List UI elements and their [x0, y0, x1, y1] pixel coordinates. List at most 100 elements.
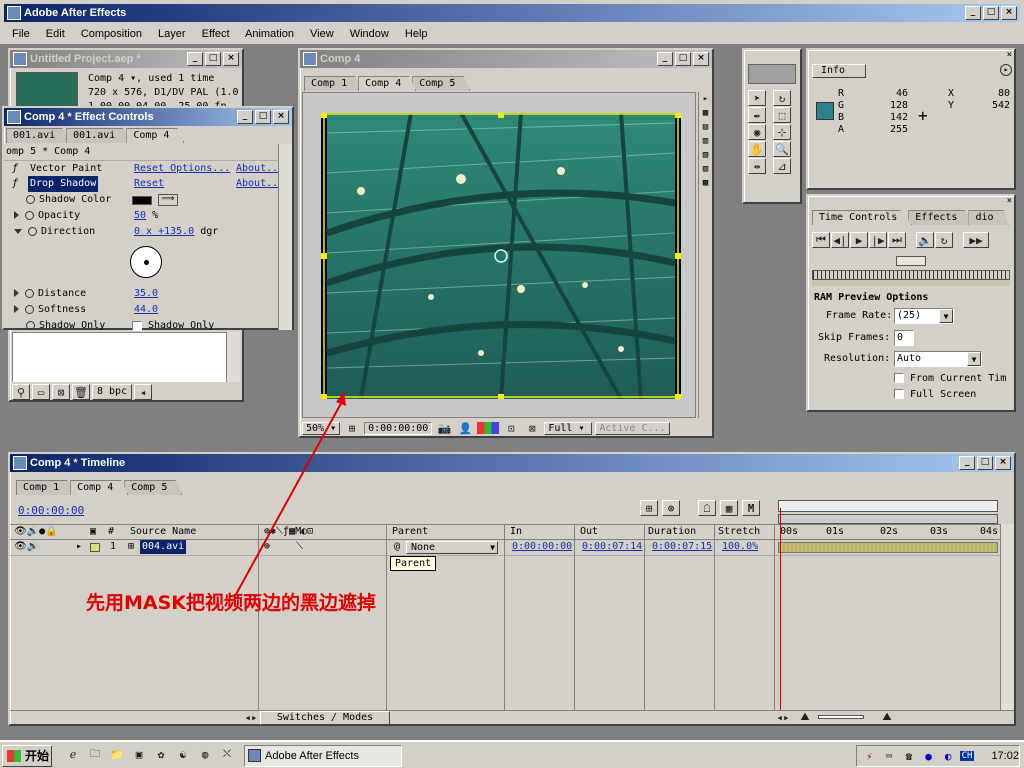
work-area-bar[interactable]: [778, 514, 998, 524]
rect-mask-tool-icon[interactable]: ⬚: [773, 107, 791, 123]
from-current-time-option[interactable]: From Current Tim: [894, 373, 1006, 384]
tray-icon[interactable]: ⚡: [861, 748, 878, 764]
collapse-icon[interactable]: [14, 228, 22, 234]
expand-icon[interactable]: [14, 211, 19, 219]
tab-comp4[interactable]: Comp 4: [358, 76, 417, 91]
zoom-out-icon[interactable]: ◂▸: [774, 711, 792, 724]
expand-icon[interactable]: [14, 289, 19, 297]
stopwatch-icon[interactable]: [25, 304, 34, 314]
from-current-checkbox[interactable]: [894, 373, 904, 383]
menu-window[interactable]: Window: [350, 28, 389, 40]
snapshot-icon[interactable]: 📷: [435, 420, 453, 436]
switches-modes-toggle[interactable]: Switches / Modes: [260, 711, 390, 725]
tc-close-icon[interactable]: ×: [1007, 196, 1012, 206]
taskbar-task-ae[interactable]: Adobe After Effects: [244, 745, 402, 767]
audio-icon[interactable]: 🔈: [916, 232, 934, 248]
horizontal-text-icon[interactable]: ⇹: [748, 158, 766, 174]
comp-viewer[interactable]: [302, 92, 696, 418]
motion-blur-icon[interactable]: M: [742, 500, 760, 516]
out-value[interactable]: 0:00:07:14: [582, 540, 642, 554]
close-button[interactable]: ×: [1001, 6, 1017, 20]
tab-audio[interactable]: dio: [968, 210, 1009, 225]
full-screen-checkbox[interactable]: [894, 389, 904, 399]
ec-scrollbar[interactable]: [278, 144, 292, 330]
app-icon[interactable]: ◍: [196, 746, 214, 762]
effect-drop-shadow[interactable]: ƒ Drop Shadow Reset About...: [4, 176, 292, 192]
expand-icon[interactable]: [14, 305, 19, 313]
jog-control[interactable]: [896, 256, 926, 266]
tab-comp4[interactable]: Comp 4: [70, 480, 129, 495]
in-value[interactable]: 0:00:00:00: [512, 540, 572, 554]
tl-min-button[interactable]: _: [959, 456, 975, 470]
label-color[interactable]: [90, 543, 100, 552]
zoom-mountain-large-icon[interactable]: ⛰: [878, 710, 896, 723]
ec-min-button[interactable]: _: [237, 110, 253, 124]
zoom-tool-icon[interactable]: 🔍: [773, 141, 791, 157]
shadow-only-checkbox[interactable]: [132, 321, 142, 331]
hand-tool-icon[interactable]: ✋: [748, 141, 766, 157]
menu-composition[interactable]: Composition: [81, 28, 142, 40]
current-time-indicator[interactable]: [780, 508, 781, 710]
shuttle-slider[interactable]: [812, 270, 1010, 280]
visibility-icon[interactable]: 👁🔊: [14, 540, 39, 554]
color-swatch[interactable]: [132, 196, 152, 205]
stopwatch-icon[interactable]: [26, 194, 35, 204]
frame-blend-icon[interactable]: ▦: [720, 500, 738, 516]
bpc-button[interactable]: 8 bpc: [92, 384, 133, 400]
app-icon[interactable]: ☯: [174, 746, 192, 762]
start-button[interactable]: 开始: [2, 745, 52, 767]
tab-time-controls[interactable]: Time Controls: [812, 210, 913, 225]
tab-001-avi-a[interactable]: 001.avi: [6, 128, 71, 143]
transparency-grid-icon[interactable]: ⊠: [523, 420, 541, 436]
effect-vector-paint[interactable]: ƒ Vector Paint Reset Options... About...: [4, 160, 292, 176]
reset-link[interactable]: Reset: [134, 176, 164, 192]
project-scrollbar[interactable]: [226, 332, 240, 382]
pan-behind-icon[interactable]: ⊹: [773, 124, 791, 140]
resolution-select[interactable]: Full ▾: [544, 421, 593, 435]
orbit-camera-icon[interactable]: ◉: [748, 124, 766, 140]
camera-select[interactable]: Active C...: [595, 421, 670, 435]
timeline-timecode[interactable]: 0:00:00:00: [18, 504, 84, 517]
play-icon[interactable]: ▶: [850, 232, 868, 248]
shy-layers-icon[interactable]: ☖: [698, 500, 716, 516]
menu-animation[interactable]: Animation: [245, 28, 294, 40]
show-snapshot-icon[interactable]: 👤: [456, 420, 474, 436]
stopwatch-icon[interactable]: [25, 288, 34, 298]
trash-icon[interactable]: 🗑: [72, 384, 90, 400]
live-update-icon[interactable]: ⊛: [662, 500, 680, 516]
stopwatch-icon[interactable]: [26, 320, 35, 330]
pick-whip-icon[interactable]: @: [394, 540, 400, 554]
stopwatch-icon[interactable]: [28, 226, 37, 236]
tl-max-button[interactable]: □: [977, 456, 993, 470]
tab-comp1[interactable]: Comp 1: [16, 480, 75, 495]
info-close-icon[interactable]: ×: [1007, 50, 1012, 60]
tray-icon[interactable]: ⌨: [881, 748, 898, 764]
ie-icon[interactable]: ℯ: [64, 746, 82, 762]
menu-edit[interactable]: Edit: [46, 28, 65, 40]
pen-tool-icon[interactable]: ✒: [748, 107, 766, 123]
project-max-button[interactable]: □: [205, 52, 221, 66]
menu-view[interactable]: View: [310, 28, 334, 40]
app-icon[interactable]: ✿: [152, 746, 170, 762]
loop-icon[interactable]: ↻: [935, 232, 953, 248]
first-frame-icon[interactable]: ⏮: [812, 232, 830, 248]
folder-icon[interactable]: ▭: [32, 384, 50, 400]
last-frame-icon[interactable]: ⏭: [888, 232, 906, 248]
prev-frame-icon[interactable]: ◀|: [831, 232, 849, 248]
ec-max-button[interactable]: □: [255, 110, 271, 124]
comp-min-button[interactable]: _: [657, 52, 673, 66]
tab-comp5[interactable]: Comp 5: [412, 76, 471, 91]
opacity-value[interactable]: 50: [134, 210, 146, 221]
language-indicator[interactable]: CH: [959, 751, 975, 761]
ec-close-button[interactable]: ×: [273, 110, 289, 124]
full-screen-option[interactable]: Full Screen: [894, 389, 976, 400]
softness-value[interactable]: 44.0: [134, 302, 158, 318]
tab-comp4[interactable]: Comp 4: [126, 128, 185, 143]
expand-panes-icon[interactable]: ◂▸: [242, 711, 260, 724]
duration-value[interactable]: 0:00:07:15: [652, 540, 712, 554]
zoom-mountain-small-icon[interactable]: ⛰: [796, 710, 814, 723]
about-link[interactable]: About...: [236, 161, 284, 177]
maximize-button[interactable]: □: [983, 6, 999, 20]
stretch-value[interactable]: 100.0%: [722, 540, 758, 554]
tray-icon[interactable]: ●: [920, 748, 937, 764]
